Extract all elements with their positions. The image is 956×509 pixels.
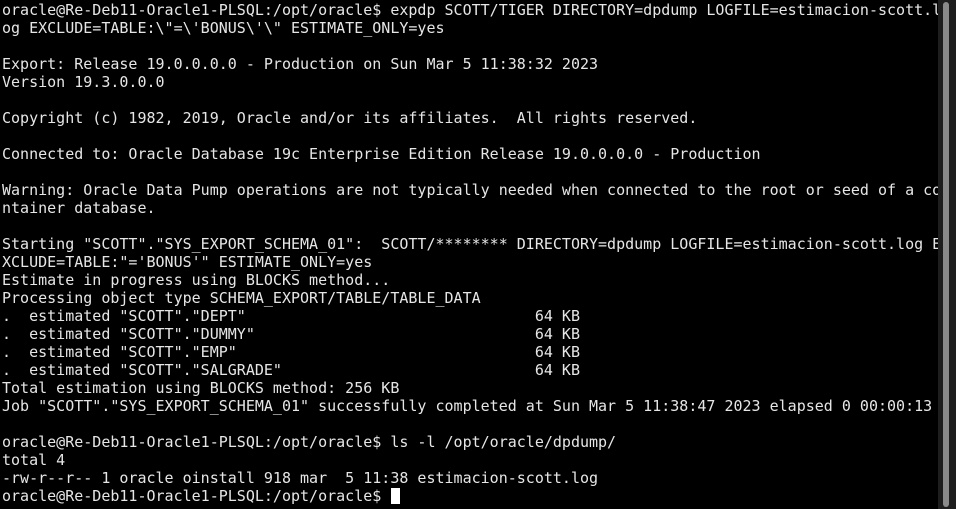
terminal-line: . estimated "SCOTT"."EMP" 64 KB bbox=[2, 343, 580, 361]
text-cursor bbox=[391, 488, 401, 504]
terminal-line: ntainer database. bbox=[2, 199, 156, 217]
terminal-line: og EXCLUDE=TABLE:\"=\'BONUS\'\" ESTIMATE… bbox=[2, 19, 445, 37]
terminal-window[interactable]: oracle@Re-Deb11-Oracle1-PLSQL:/opt/oracl… bbox=[0, 0, 938, 509]
terminal-line: Total estimation using BLOCKS method: 25… bbox=[2, 379, 400, 397]
terminal-line: Version 19.3.0.0.0 bbox=[2, 73, 165, 91]
terminal-line: Processing object type SCHEMA_EXPORT/TAB… bbox=[2, 289, 481, 307]
terminal-line: Starting "SCOTT"."SYS_EXPORT_SCHEMA_01":… bbox=[2, 235, 938, 253]
scrollbar-thumb[interactable] bbox=[943, 2, 949, 507]
terminal-line: -rw-r--r-- 1 oracle oinstall 918 mar 5 1… bbox=[2, 469, 599, 487]
terminal-output: oracle@Re-Deb11-Oracle1-PLSQL:/opt/oracl… bbox=[2, 1, 938, 505]
terminal-line: . estimated "SCOTT"."DEPT" 64 KB bbox=[2, 307, 580, 325]
terminal-line: XCLUDE=TABLE:"='BONUS'" ESTIMATE_ONLY=ye… bbox=[2, 253, 373, 271]
terminal-line: oracle@Re-Deb11-Oracle1-PLSQL:/opt/oracl… bbox=[2, 1, 938, 19]
shell-prompt: oracle@Re-Deb11-Oracle1-PLSQL:/opt/oracl… bbox=[2, 487, 391, 505]
vertical-scrollbar[interactable] bbox=[938, 0, 956, 509]
terminal-line: Job "SCOTT"."SYS_EXPORT_SCHEMA_01" succe… bbox=[2, 397, 933, 415]
terminal-line: Estimate in progress using BLOCKS method… bbox=[2, 271, 391, 289]
terminal-line: . estimated "SCOTT"."SALGRADE" 64 KB bbox=[2, 361, 580, 379]
terminal-line: total 4 bbox=[2, 451, 66, 469]
terminal-line: oracle@Re-Deb11-Oracle1-PLSQL:/opt/oracl… bbox=[2, 433, 617, 451]
terminal-line: Copyright (c) 1982, 2019, Oracle and/or … bbox=[2, 109, 698, 127]
prompt-line[interactable]: oracle@Re-Deb11-Oracle1-PLSQL:/opt/oracl… bbox=[2, 487, 938, 505]
terminal-line: Warning: Oracle Data Pump operations are… bbox=[2, 181, 938, 199]
terminal-line: Export: Release 19.0.0.0.0 - Production … bbox=[2, 55, 599, 73]
terminal-line: . estimated "SCOTT"."DUMMY" 64 KB bbox=[2, 325, 580, 343]
terminal-line: Connected to: Oracle Database 19c Enterp… bbox=[2, 145, 761, 163]
